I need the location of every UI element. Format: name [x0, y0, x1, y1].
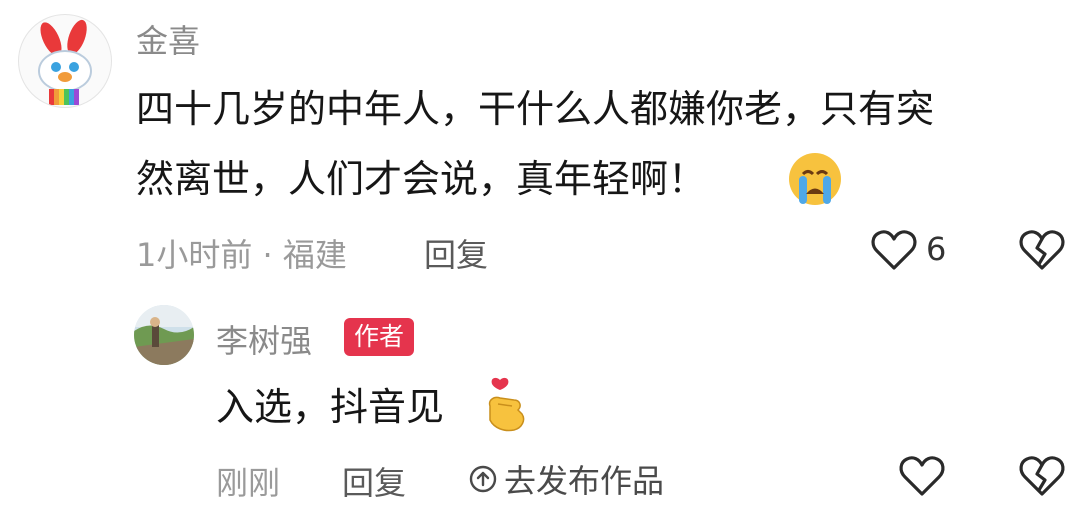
- reply-time: 刚刚: [216, 464, 281, 502]
- dislike-button[interactable]: [1016, 226, 1068, 274]
- like-button[interactable]: [868, 226, 920, 274]
- crying-face-icon: [786, 150, 844, 208]
- heart-icon: [899, 456, 945, 496]
- reply-reply-button[interactable]: 回复: [342, 458, 406, 504]
- broken-heart-icon: [1019, 230, 1065, 270]
- comment-text-line-2: 然离世，人们才会说，真年轻啊！: [136, 157, 707, 201]
- comment-author-name[interactable]: 金喜: [136, 16, 200, 62]
- reply-text: 入选，抖音见: [216, 385, 445, 429]
- publish-work-button[interactable]: 去发布作品: [468, 456, 664, 502]
- comment-text-line-1: 四十几岁的中年人，干什么人都嫌你老，只有突: [136, 87, 935, 131]
- bunny-avatar-icon: [38, 19, 92, 105]
- comment-reply-button[interactable]: 回复: [424, 230, 488, 276]
- reply-author-name[interactable]: 李树强: [216, 316, 312, 362]
- publish-work-label: 去发布作品: [504, 462, 665, 500]
- comment-time-location: 1小时前 · 福建: [136, 236, 347, 274]
- broken-heart-icon: [1019, 456, 1065, 496]
- heart-icon: [871, 230, 917, 270]
- finger-heart-icon: [484, 376, 528, 434]
- landscape-photo-avatar-icon: [134, 305, 194, 365]
- reply-like-button[interactable]: [896, 452, 948, 500]
- reply-avatar[interactable]: [134, 305, 194, 365]
- avatar[interactable]: [18, 14, 112, 108]
- like-count: 6: [926, 230, 947, 268]
- author-badge: 作者: [344, 318, 415, 356]
- upload-circle-icon: [469, 465, 497, 493]
- reply-dislike-button[interactable]: [1016, 452, 1068, 500]
